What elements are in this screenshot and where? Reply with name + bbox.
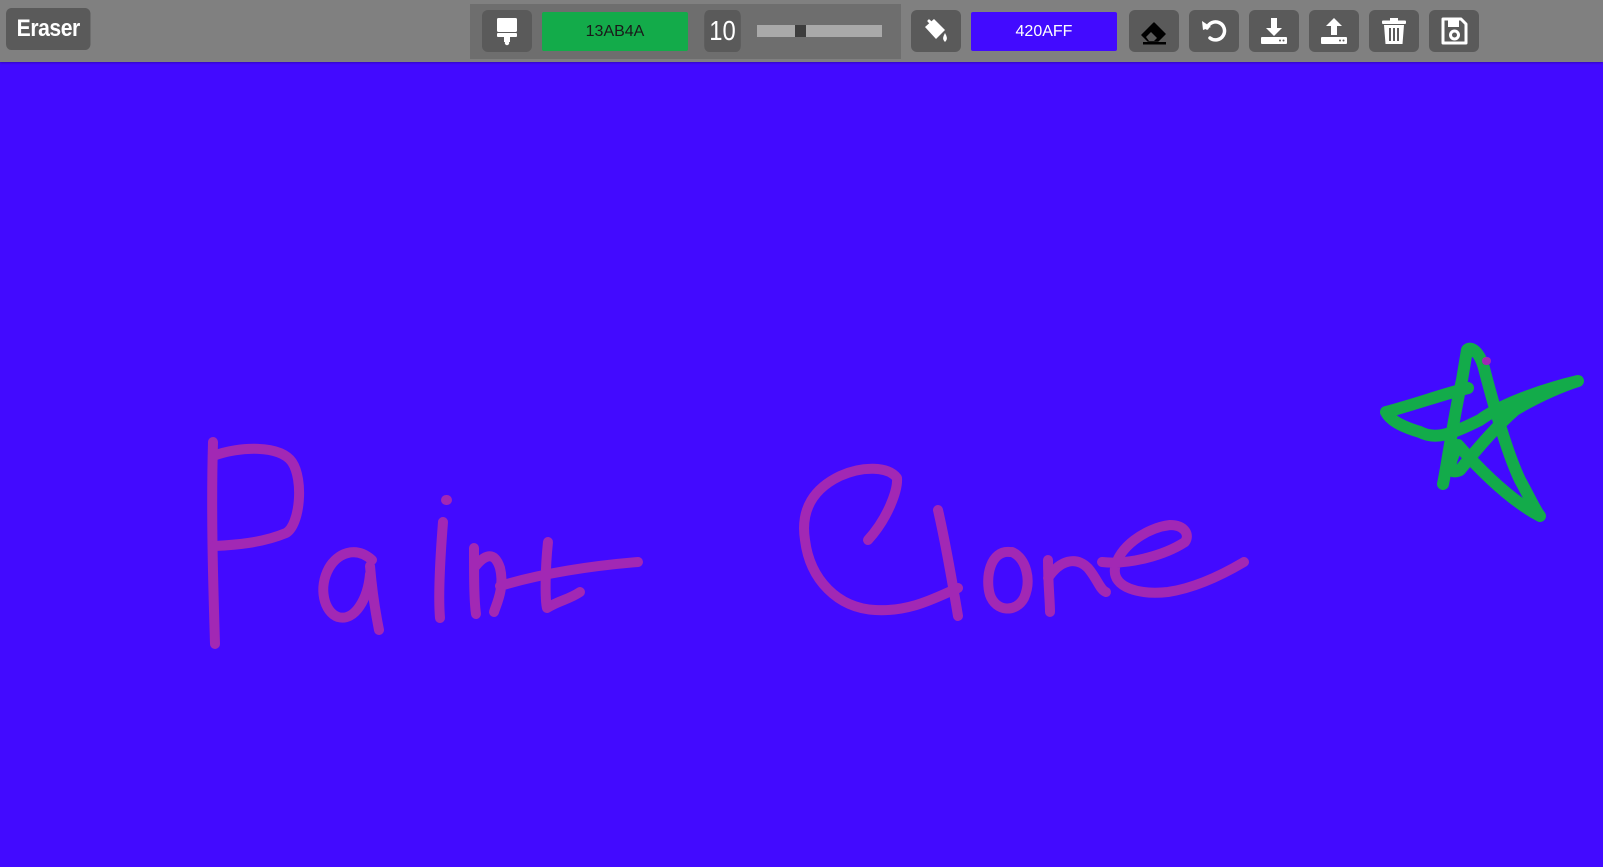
bucket-color-picker[interactable]: 420AFF bbox=[971, 12, 1117, 51]
download-icon bbox=[1261, 18, 1287, 44]
fill-bucket-icon bbox=[925, 19, 947, 42]
brush-size-display: 10 bbox=[704, 10, 741, 52]
eraser-icon bbox=[1141, 22, 1166, 45]
stroke-letter-a-bowl bbox=[318, 547, 377, 623]
drawing-canvas[interactable] bbox=[0, 62, 1603, 867]
eraser-button[interactable] bbox=[1129, 10, 1179, 52]
upload-button[interactable] bbox=[1309, 10, 1359, 52]
stroke-letter-a-stem bbox=[365, 561, 384, 635]
toolbar: Eraser 13AB4A 10 420AFF bbox=[0, 0, 1603, 62]
trash-icon bbox=[1382, 18, 1406, 44]
undo-icon bbox=[1202, 20, 1227, 42]
canvas-drawing[interactable] bbox=[0, 62, 1603, 867]
download-button[interactable] bbox=[1249, 10, 1299, 52]
stroke-letter-t-cross bbox=[495, 557, 643, 591]
stroke-letter-P-bowl bbox=[208, 443, 305, 551]
stroke-letter-C bbox=[799, 463, 963, 616]
upload-icon bbox=[1321, 18, 1347, 44]
star-outline bbox=[1380, 342, 1584, 522]
save-button[interactable] bbox=[1429, 10, 1479, 52]
stroke-letter-e bbox=[1097, 520, 1249, 598]
paint-brush-icon bbox=[497, 18, 517, 46]
stroke-letter-n bbox=[469, 543, 507, 619]
save-icon bbox=[1441, 17, 1468, 45]
brush-button[interactable] bbox=[482, 10, 532, 52]
stroke-letter-n2 bbox=[1043, 555, 1111, 617]
stroke-letter-i-stem bbox=[434, 517, 448, 623]
star-drawing bbox=[1380, 342, 1584, 522]
brush-color-picker[interactable]: 13AB4A bbox=[542, 12, 688, 51]
active-tool-label: Eraser bbox=[6, 8, 91, 50]
handwritten-text bbox=[207, 437, 1249, 649]
bucket-button[interactable] bbox=[911, 10, 961, 52]
brush-size-slider[interactable] bbox=[757, 25, 882, 37]
stroke-letter-o bbox=[983, 547, 1033, 614]
brush-size-slider-thumb[interactable] bbox=[795, 25, 806, 37]
clear-canvas-button[interactable] bbox=[1369, 10, 1419, 52]
undo-button[interactable] bbox=[1189, 10, 1239, 52]
